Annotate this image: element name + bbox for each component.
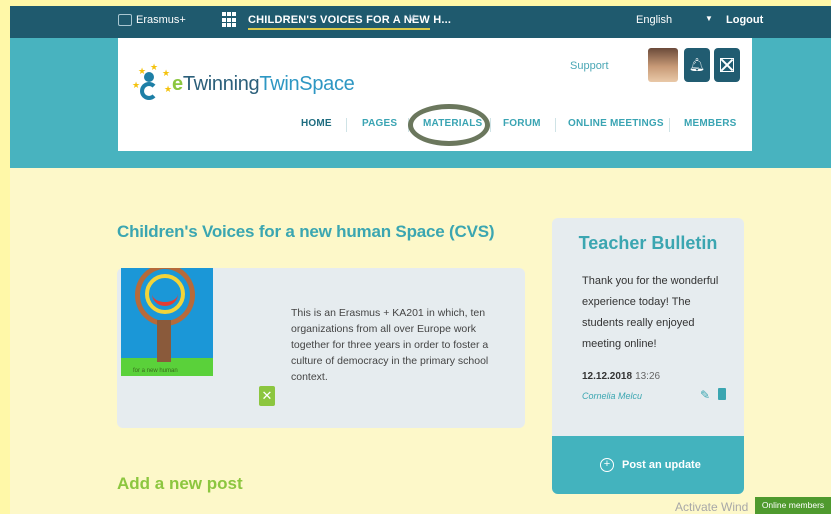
nav-divider <box>555 118 556 132</box>
post-update-label: Post an update <box>622 459 701 471</box>
project-underline <box>248 28 430 30</box>
nav-members[interactable]: MEMBERS <box>684 118 737 129</box>
page-border-left <box>0 0 10 514</box>
caret-down-icon[interactable]: ▼ <box>705 14 713 23</box>
bulletin-message: Thank you for the wonderful experience t… <box>582 275 719 350</box>
eu-flag-icon <box>118 14 132 26</box>
erasmus-link[interactable]: Erasmus+ <box>118 14 186 26</box>
erasmus-label: Erasmus+ <box>136 14 186 26</box>
post-update-button[interactable]: + Post an update <box>552 436 744 494</box>
materials-highlight-ring <box>408 104 490 146</box>
language-selector[interactable]: English <box>636 14 672 26</box>
logout-button[interactable]: Logout <box>726 14 763 26</box>
activate-windows-watermark: Activate Wind <box>675 500 749 514</box>
edit-pencil-icon[interactable]: ✎ <box>700 388 710 402</box>
trash-icon[interactable] <box>718 388 726 400</box>
nav-divider <box>669 118 670 132</box>
nav-forum[interactable]: FORUM <box>503 118 541 129</box>
etwinning-logo[interactable]: ★ ★ ★ ★ ★ eTwinningTwinSpace <box>132 62 355 102</box>
header-card: ★ ★ ★ ★ ★ eTwinningTwinSpace Support 🔔︎ … <box>118 38 752 151</box>
bulletin-date: 12.12.2018 <box>582 371 633 382</box>
plus-circle-icon: + <box>600 458 614 472</box>
bulletin-datetime: 12.12.2018 13:26 <box>582 371 660 382</box>
nav-online-meetings[interactable]: ONLINE MEETINGS <box>568 118 664 129</box>
bulletin-author[interactable]: Cornelia Melcu <box>582 391 642 401</box>
page-title: Children's Voices for a new human Space … <box>117 222 495 241</box>
online-members-tab[interactable]: Online members <box>755 497 831 514</box>
bulletin-title: Teacher Bulletin <box>578 233 718 253</box>
nav-pages[interactable]: PAGES <box>362 118 397 129</box>
project-card: for a new human This is an Erasmus + KA2… <box>117 268 525 428</box>
apps-grid-icon[interactable] <box>222 12 236 28</box>
project-description: This is an Erasmus + KA201 in which, ten… <box>291 307 489 383</box>
project-thumbnail[interactable]: for a new human <box>121 268 213 376</box>
nav-divider <box>346 118 347 132</box>
tools-icon[interactable]: ✕ <box>259 386 275 406</box>
bell-icon[interactable]: 🔔︎ <box>684 48 710 82</box>
project-selector[interactable]: CHILDREN'S VOICES FOR A NEW H... <box>248 14 451 26</box>
chevron-down-icon[interactable]: ∨ <box>408 11 416 24</box>
teacher-bulletin: Teacher Bulletin Thank you for the wonde… <box>552 218 744 494</box>
nav-divider <box>490 118 491 132</box>
top-bar: Erasmus+ CHILDREN'S VOICES FOR A NEW H..… <box>10 6 831 38</box>
add-new-post-heading: Add a new post <box>117 474 243 493</box>
logo-text: eTwinningTwinSpace <box>172 72 355 95</box>
mail-icon[interactable] <box>714 48 740 82</box>
user-avatar[interactable] <box>648 48 678 82</box>
support-link[interactable]: Support <box>570 60 609 72</box>
thumbnail-caption: for a new human <box>133 368 178 374</box>
nav-home[interactable]: HOME <box>301 118 332 129</box>
bulletin-time: 13:26 <box>635 371 661 382</box>
etwinning-logo-icon: ★ ★ ★ ★ ★ <box>132 62 172 102</box>
